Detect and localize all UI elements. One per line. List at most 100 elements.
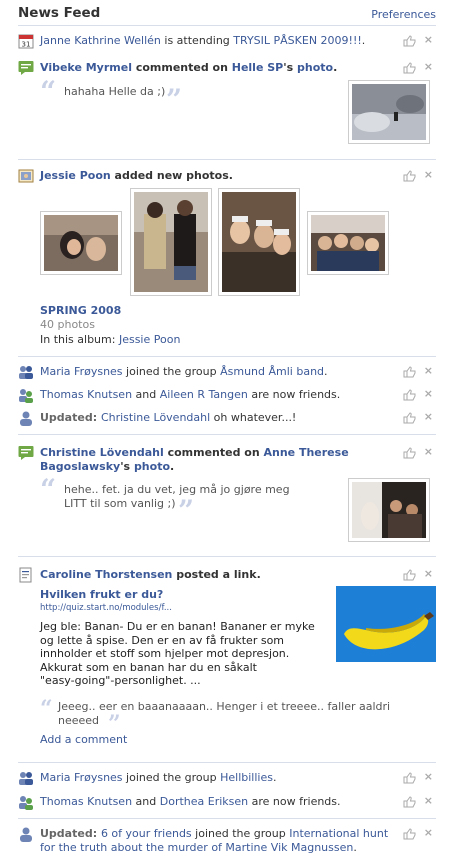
- story-actions: ×: [403, 410, 433, 425]
- photo-image: [44, 215, 118, 271]
- close-quote-icon: ”: [178, 494, 195, 527]
- link-url[interactable]: http://quiz.start.no/modules/f...: [40, 603, 172, 613]
- actor-link[interactable]: Maria Frøysnes: [40, 365, 123, 378]
- thumbs-up-icon[interactable]: [403, 366, 416, 378]
- preferences-link[interactable]: Preferences: [371, 8, 436, 21]
- group-icon: [19, 772, 33, 785]
- divider: [18, 159, 436, 160]
- link-description-line: innholder et stoff som hjelper mot depre…: [40, 647, 290, 660]
- story-actions: ×: [403, 387, 433, 402]
- photo-thumbnail[interactable]: [348, 478, 430, 542]
- hide-story-button[interactable]: ×: [424, 33, 433, 46]
- hide-story-button[interactable]: ×: [424, 364, 433, 377]
- friend-link[interactable]: Dorthea Eriksen: [160, 795, 248, 808]
- actor-link[interactable]: Jessie Poon: [40, 169, 111, 182]
- album-title-link[interactable]: SPRING 2008: [40, 304, 121, 317]
- photo-thumbnail[interactable]: [218, 188, 300, 296]
- actor-link[interactable]: Vibeke Myrmel: [40, 61, 132, 74]
- user-icon: [20, 827, 32, 842]
- news-feed-header: News Feed Preferences: [18, 5, 436, 25]
- divider: [18, 25, 436, 26]
- actor-link[interactable]: Caroline Thorstensen: [40, 568, 172, 581]
- photo-link[interactable]: photo: [297, 61, 333, 74]
- album-owner-link[interactable]: Jessie Poon: [119, 333, 180, 346]
- album-info: In this album: Jessie Poon: [40, 333, 180, 346]
- photo-thumbnail[interactable]: [130, 188, 212, 296]
- feed-story-event: 31 Janne Kathrine Wellén is attending TR…: [18, 33, 436, 49]
- comment-icon: [18, 446, 34, 460]
- story-text: 's: [120, 460, 134, 473]
- thumbs-up-icon[interactable]: [403, 796, 416, 808]
- group-link[interactable]: International hunt: [289, 827, 388, 840]
- comment-text-continued: neeeed: [58, 714, 100, 727]
- updated-label: Updated:: [40, 411, 101, 424]
- friend-link[interactable]: Thomas Knutsen: [40, 388, 132, 401]
- hide-story-button[interactable]: ×: [424, 794, 433, 807]
- divider: [18, 762, 436, 763]
- friend-link[interactable]: Aileen R Tangen: [160, 388, 248, 401]
- hide-story-button[interactable]: ×: [424, 387, 433, 400]
- thumbs-up-icon[interactable]: [403, 569, 416, 581]
- add-comment-link[interactable]: Add a comment: [40, 733, 127, 746]
- thumbs-up-icon[interactable]: [403, 62, 416, 74]
- photo-count: 40 photos: [40, 318, 95, 331]
- photo-link[interactable]: photo: [134, 460, 170, 473]
- link-description: Jeg ble: Banan- Du er en banan! Bananer …: [40, 620, 315, 688]
- thumbs-up-icon[interactable]: [403, 35, 416, 47]
- updated-label: Updated:: [40, 827, 101, 840]
- thumbs-up-icon[interactable]: [403, 412, 416, 424]
- story-actions: ×: [403, 445, 433, 460]
- story-actions: ×: [403, 364, 433, 379]
- thumbs-up-icon[interactable]: [403, 389, 416, 401]
- feed-story-link: Caroline Thorstensen posted a link. × Hv…: [18, 566, 436, 752]
- owner-link[interactable]: Anne Therese: [264, 446, 349, 459]
- album-info-label: In this album:: [40, 333, 119, 346]
- photo-thumbnail[interactable]: [348, 80, 430, 144]
- link-thumbnail-banana[interactable]: [336, 586, 436, 662]
- feed-story-photos: Jessie Poon added new photos. × SPRING 2…: [18, 167, 436, 349]
- story-text: .: [333, 61, 338, 74]
- hide-story-button[interactable]: ×: [424, 60, 433, 73]
- link-description-line: Akkurat som en banan har du en såkalt: [40, 660, 257, 674]
- actor-link[interactable]: Christine Lövendahl: [101, 411, 210, 424]
- friends-icon: [19, 796, 33, 810]
- event-link[interactable]: TRYSIL PÅSKEN 2009!!!: [233, 34, 361, 47]
- photo-thumbnail[interactable]: [307, 211, 389, 275]
- actor-link[interactable]: Maria Frøysnes: [40, 771, 123, 784]
- actor-link[interactable]: Janne Kathrine Wellén: [40, 34, 161, 47]
- close-quote-icon: ”: [166, 83, 183, 116]
- link-description-line: og lette å spise. Den er en av få frukte…: [40, 633, 285, 647]
- friends-count-link[interactable]: 6 of your friends: [101, 827, 192, 840]
- hide-story-button[interactable]: ×: [424, 826, 433, 839]
- friends-icon: [19, 389, 33, 403]
- friend-link[interactable]: Thomas Knutsen: [40, 795, 132, 808]
- story-text: .: [361, 34, 366, 47]
- group-link[interactable]: Hellbillies: [220, 771, 273, 784]
- hide-story-button[interactable]: ×: [424, 770, 433, 783]
- story-text: .: [272, 771, 277, 784]
- link-post-icon: [19, 567, 32, 583]
- comment-text: hahaha Helle da ;): [64, 85, 166, 98]
- hide-story-button[interactable]: ×: [424, 567, 433, 580]
- story-text: joined the group: [122, 771, 221, 784]
- hide-story-button[interactable]: ×: [424, 410, 433, 423]
- group-link-continued[interactable]: for the truth about the murder of Martin…: [40, 841, 353, 854]
- thumbs-up-icon[interactable]: [403, 828, 416, 840]
- story-text: .: [353, 841, 357, 854]
- thumbs-up-icon[interactable]: [403, 772, 416, 784]
- owner-link-continued[interactable]: Bagoslawsky: [40, 460, 120, 473]
- actor-link[interactable]: Christine Lövendahl: [40, 446, 164, 459]
- photo-thumbnail[interactable]: [40, 211, 122, 275]
- photo-image: [352, 482, 426, 538]
- thumbs-up-icon[interactable]: [403, 170, 416, 182]
- story-actions: ×: [403, 794, 433, 809]
- link-title[interactable]: Hvilken frukt er du?: [40, 588, 163, 601]
- story-text: joined the group: [191, 827, 290, 840]
- hide-story-button[interactable]: ×: [424, 168, 433, 181]
- hide-story-button[interactable]: ×: [424, 445, 433, 458]
- owner-link[interactable]: Helle SP: [232, 61, 283, 74]
- thumbs-up-icon[interactable]: [403, 447, 416, 459]
- group-link[interactable]: Åsmund Åmli band: [220, 365, 324, 378]
- story-actions: ×: [403, 826, 433, 841]
- story-text: and: [132, 388, 160, 401]
